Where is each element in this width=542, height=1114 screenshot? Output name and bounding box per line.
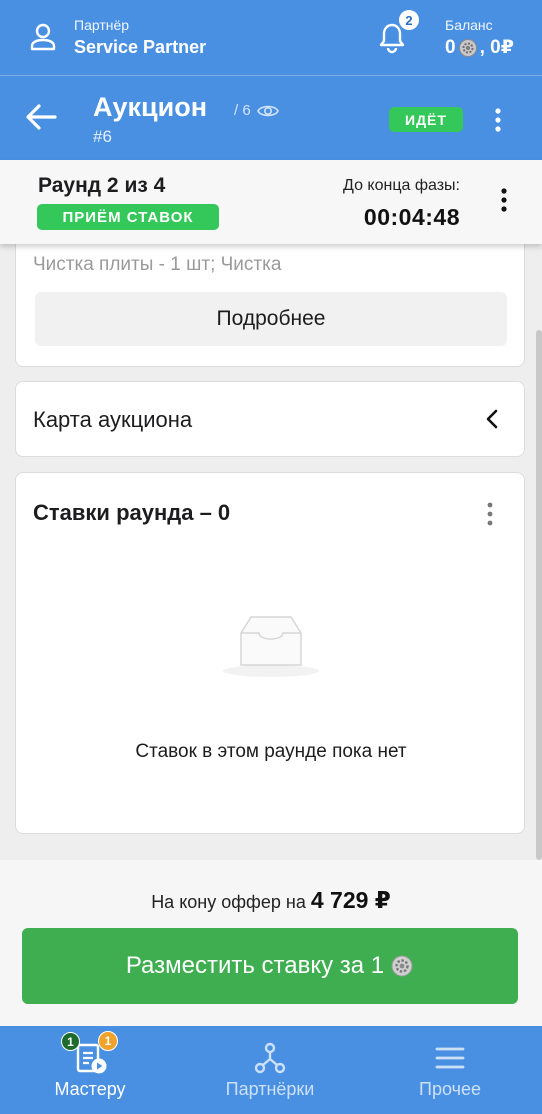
bottom-tab-bar: 1 1 Мастеру Партнёрки Прочее <box>0 1026 542 1114</box>
coin-gear-icon <box>458 38 477 57</box>
menu-icon <box>435 1047 465 1069</box>
phase-timer: 00:04:48 <box>363 204 460 230</box>
back-arrow-icon[interactable] <box>24 102 58 132</box>
auction-number: #6 <box>93 127 112 146</box>
chevron-left-icon[interactable] <box>484 408 500 430</box>
auction-header: Аукцион / 6 #6 ИДЁТ <box>0 75 542 160</box>
round-bids-title: Ставки раунда – 0 <box>33 500 231 525</box>
coin-gear-icon <box>391 955 413 977</box>
views-label: / 6 <box>234 102 251 119</box>
status-badge: ИДЁТ <box>389 107 463 132</box>
page-title: Аукцион <box>93 92 208 122</box>
tab-partners-label: Партнёрки <box>225 1079 315 1099</box>
auction-details-card: Чистка плиты - 1 шт; Чистка Чистка плиты… <box>15 244 525 367</box>
round-bar: Раунд 2 из 4 ПРИЁМ СТАВОК До конца фазы:… <box>0 160 542 244</box>
eye-icon <box>256 105 279 116</box>
balance-money: , 0₽ <box>479 37 514 58</box>
top-bar: Партнёр Service Partner 2 Баланс 0 , 0₽ <box>0 0 542 75</box>
tab-master[interactable]: 1 1 Мастеру <box>0 1026 180 1114</box>
tab-badge-green: 1 <box>61 1032 80 1051</box>
tab-other[interactable]: Прочее <box>360 1026 540 1114</box>
phase-end-label: До конца фазы: <box>343 177 460 194</box>
balance-coins: 0 <box>445 36 456 58</box>
content-scroll[interactable]: Чистка плиты - 1 шт; Чистка Чистка плиты… <box>0 244 542 860</box>
user-icon[interactable] <box>29 22 57 52</box>
place-bid-label: Разместить ставку за 1 <box>125 952 385 979</box>
views-count: / 6 <box>234 102 279 119</box>
bids-menu-icon[interactable] <box>482 501 498 527</box>
network-icon <box>254 1042 286 1074</box>
balance-label: Баланс <box>445 17 493 33</box>
auction-map-title: Карта аукциона <box>33 407 193 432</box>
tab-partners[interactable]: Партнёрки <box>180 1026 360 1114</box>
bid-action-panel: На кону оффер на 4 729 ₽ Разместить став… <box>0 860 542 1026</box>
offer-line: На кону оффер на 4 729 ₽ <box>0 887 542 914</box>
offer-text: На кону оффер на <box>151 892 306 912</box>
round-bids-card: Ставки раунда – 0 Ставок в этом раунде п… <box>15 472 525 834</box>
offer-amount: 4 729 ₽ <box>310 887 391 913</box>
round-title: Раунд 2 из 4 <box>38 174 166 197</box>
details-text: Чистка плиты - 1 шт; Чистка <box>33 254 282 275</box>
tab-other-label: Прочее <box>419 1079 481 1099</box>
partner-name[interactable]: Service Partner <box>74 37 206 58</box>
empty-bids-text: Ставок в этом раунде пока нет <box>135 741 407 762</box>
tab-master-label: Мастеру <box>54 1079 126 1099</box>
round-menu-icon[interactable] <box>494 186 514 214</box>
more-menu-icon[interactable] <box>488 106 508 134</box>
place-bid-button[interactable]: Разместить ставку за 1 <box>22 928 518 1004</box>
details-button[interactable]: Подробнее <box>35 292 507 346</box>
partner-label: Партнёр <box>74 17 130 33</box>
empty-inbox-icon <box>223 616 319 677</box>
tab-badge-orange: 1 <box>98 1031 118 1051</box>
notification-badge: 2 <box>399 10 419 30</box>
scrollbar[interactable] <box>536 330 542 860</box>
auction-map-card[interactable]: Карта аукциона <box>15 381 525 457</box>
phase-badge: ПРИЁМ СТАВОК <box>37 204 219 230</box>
balance-value[interactable]: 0 , 0₽ <box>445 36 514 59</box>
